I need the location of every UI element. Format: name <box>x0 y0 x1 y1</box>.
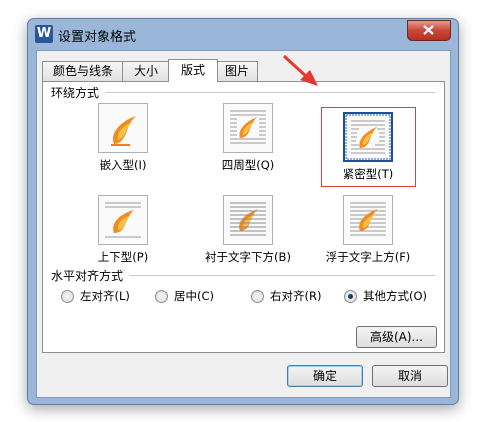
radio-button-selected[interactable] <box>344 289 357 303</box>
wrap-inline-icon <box>98 103 148 153</box>
radio-button[interactable] <box>155 289 168 303</box>
wrap-square-option[interactable]: 四周型(Q) <box>198 103 298 173</box>
annotation-arrow-icon <box>282 54 318 86</box>
radio-button[interactable] <box>61 289 74 303</box>
advanced-button[interactable]: 高级(A)... <box>356 326 437 348</box>
align-left-label: 左对齐(L) <box>80 289 130 303</box>
wrap-in-front-icon <box>343 195 393 245</box>
wrap-in-front-label: 浮于文字上方(F) <box>325 250 411 264</box>
wrap-top-bottom-option[interactable]: 上下型(P) <box>73 195 173 265</box>
wrap-tight-icon <box>343 112 393 162</box>
radio-button[interactable] <box>251 289 264 303</box>
ok-button[interactable]: 确定 <box>287 365 363 387</box>
dialog-body: 颜色与线条 大小 版式 图片 环绕方式 嵌入型(I) 四周型(Q) 紧密型(T)… <box>36 50 451 398</box>
cancel-button[interactable]: 取消 <box>372 365 448 387</box>
align-center-radio[interactable]: 居中(C) <box>155 288 214 304</box>
layout-panel: 环绕方式 嵌入型(I) 四周型(Q) 紧密型(T) 上下型(P) 衬于文字下方(… <box>42 81 445 353</box>
close-icon <box>423 25 434 35</box>
tab-size[interactable]: 大小 <box>122 61 170 81</box>
dialog-title: 设置对象格式 <box>58 30 137 45</box>
divider <box>129 275 435 276</box>
wrap-tight-label: 紧密型(T) <box>342 167 394 181</box>
wrap-square-icon <box>223 103 273 153</box>
wrap-behind-text-option[interactable]: 衬于文字下方(B) <box>198 195 298 265</box>
wrap-tight-option[interactable]: 紧密型(T) <box>318 112 418 182</box>
align-right-radio[interactable]: 右对齐(R) <box>251 288 321 304</box>
align-right-label: 右对齐(R) <box>270 289 322 303</box>
wrap-top-bottom-icon <box>98 195 148 245</box>
title-bar[interactable]: W 设置对象格式 <box>28 19 458 50</box>
align-left-radio[interactable]: 左对齐(L) <box>61 288 130 304</box>
wrap-top-bottom-label: 上下型(P) <box>97 250 149 264</box>
wrap-inline-label: 嵌入型(I) <box>99 158 147 172</box>
format-object-dialog: W 设置对象格式 颜色与线条 大小 版式 图片 环绕方式 嵌入型(I) 四周型(… <box>27 18 459 405</box>
wrap-behind-text-label: 衬于文字下方(B) <box>205 250 291 264</box>
wrap-in-front-option[interactable]: 浮于文字上方(F) <box>318 195 418 265</box>
close-button[interactable] <box>407 20 451 41</box>
wrap-square-label: 四周型(Q) <box>221 158 275 172</box>
wrap-inline-option[interactable]: 嵌入型(I) <box>73 103 173 173</box>
tab-layout[interactable]: 版式 <box>168 59 218 82</box>
align-center-label: 居中(C) <box>174 289 215 303</box>
align-other-radio[interactable]: 其他方式(O) <box>344 288 427 304</box>
divider <box>105 92 435 93</box>
wrap-section-label: 环绕方式 <box>51 84 104 101</box>
tab-color-line[interactable]: 颜色与线条 <box>42 61 124 81</box>
align-other-label: 其他方式(O) <box>363 289 428 303</box>
align-section-label: 水平对齐方式 <box>51 267 128 284</box>
wrap-behind-text-icon <box>223 195 273 245</box>
tab-picture[interactable]: 图片 <box>216 61 258 81</box>
wps-app-icon: W <box>35 25 53 43</box>
